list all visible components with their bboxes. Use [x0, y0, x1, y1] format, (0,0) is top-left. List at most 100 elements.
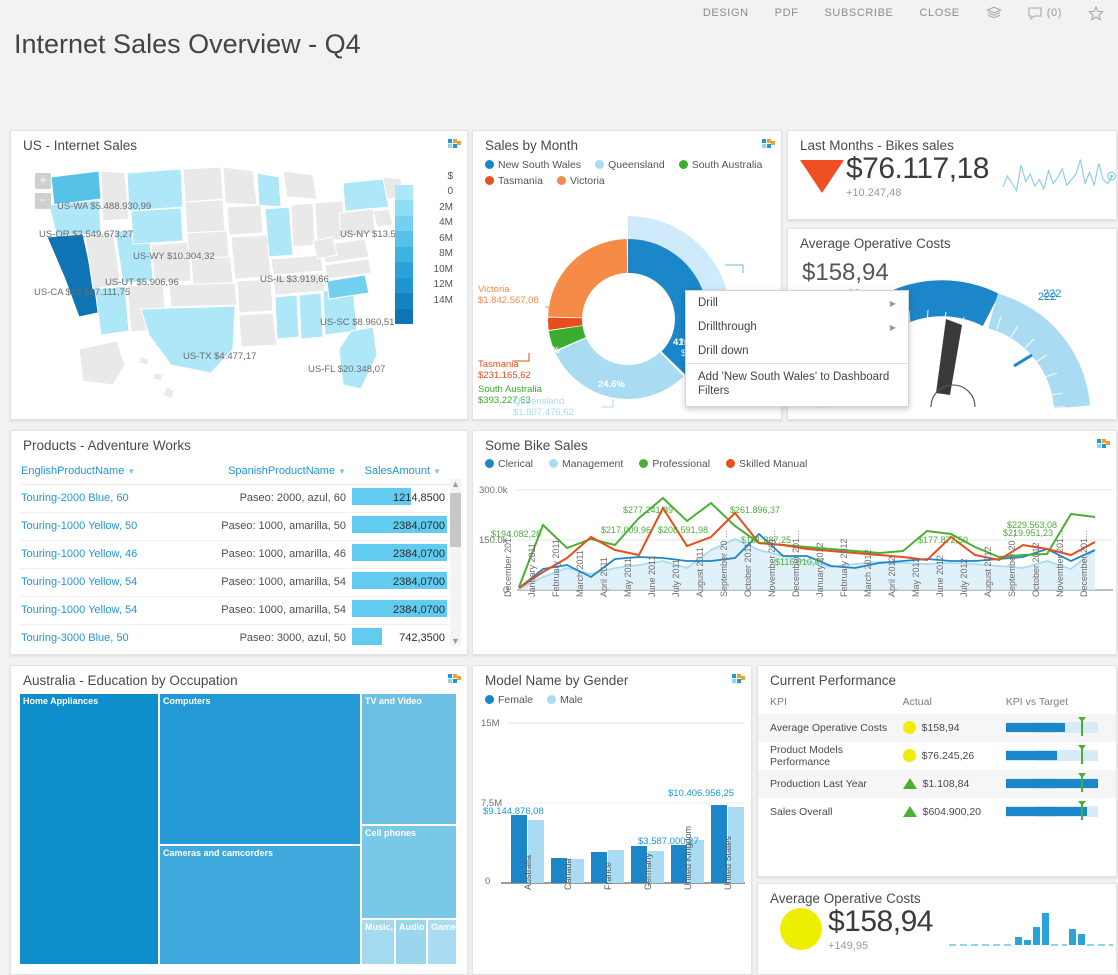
legend-item-clerical[interactable]: Clerical	[485, 458, 533, 470]
legend-item-skilled-manual[interactable]: Skilled Manual	[726, 458, 807, 470]
table-row[interactable]: Production Last Year $1.108,84	[758, 769, 1116, 798]
legend-label: Professional	[652, 457, 711, 470]
cell-spanish: Paseo: 2000, azul, 60	[239, 492, 346, 505]
treemap[interactable]: Home Appliances Computers Cameras and ca…	[19, 692, 459, 967]
menu-label: Drillthrough	[698, 321, 757, 333]
legend-item-victoria[interactable]: Victoria	[556, 175, 605, 187]
legend-item-male[interactable]: Male	[547, 694, 583, 706]
column-header-english[interactable]: EnglishProductName ▼	[21, 465, 196, 477]
toolbar-pdf-button[interactable]: PDF	[775, 7, 799, 19]
toolbar-close-button[interactable]: CLOSE	[919, 7, 959, 19]
bar-chart[interactable]: 15M 7,5M 0 $9.144.876,08 $3.587.000,27 $…	[473, 718, 751, 974]
gauge-max-value: 222	[1038, 290, 1057, 303]
scrollbar-thumb[interactable]	[450, 492, 461, 547]
line-chart[interactable]: 300.0k 150.0k 0 $194.082,28 $217.009,96 …	[473, 485, 1116, 654]
map-label: US-FL $20.348,07	[308, 363, 386, 375]
legend-item-new-south-wales[interactable]: New South Wales	[485, 159, 581, 171]
cell-english: Touring-1000 Yellow, 46	[21, 548, 138, 561]
circle-yellow-icon	[902, 749, 916, 763]
scroll-down-icon[interactable]: ▼	[451, 636, 460, 646]
x-tick: December 201...	[1079, 530, 1089, 597]
cell-actual: $604.900,20	[902, 806, 1006, 818]
table-row[interactable]: Touring-1000 Yellow, 46 Paseo: 1000, ama…	[21, 541, 457, 569]
aoc-kpi: $158,94 +149,95	[758, 906, 1116, 952]
bar-data-label-australia: $9.144.876,08	[483, 805, 544, 817]
column-header-sales[interactable]: SalesAmount ▼	[346, 465, 441, 477]
us-map[interactable]: + − US-WA $5.488.930,99 US-OR $2.549.673…	[21, 159, 459, 414]
toolbar-subscribe-button[interactable]: SUBSCRIBE	[824, 7, 893, 19]
bar-legend: Female Male	[473, 688, 735, 706]
treemap-node[interactable]: Cell phones	[361, 824, 457, 919]
treemap-node[interactable]: TV and Video	[361, 692, 457, 825]
legend-label: Male	[560, 693, 583, 706]
data-label: $217.009,96	[601, 524, 652, 535]
table-row[interactable]: Touring-1000 Yellow, 54 Paseo: 1000, ama…	[21, 597, 457, 625]
map-zoom-controls[interactable]: + −	[35, 172, 51, 213]
chevron-down-icon[interactable]: ▼	[127, 467, 135, 476]
donut-pct-victoria: 25.1%	[626, 294, 653, 306]
context-menu-item-drillthrough[interactable]: Drillthrough ▶	[686, 315, 908, 339]
legend-item-professional[interactable]: Professional	[639, 458, 710, 470]
map-zoom-in-button[interactable]: +	[35, 172, 51, 189]
line-panel-title: Some Bike Sales	[485, 437, 588, 453]
cell-sales-value: 1214,8500	[393, 492, 445, 505]
panel-us-internet-sales: US - Internet Sales + − US-WA $5.488.930…	[10, 129, 468, 420]
context-menu-item-add-filter[interactable]: Add 'New South Wales' to Dashboard Filte…	[686, 363, 908, 406]
table-row[interactable]: Touring-1000 Yellow, 54 Paseo: 1000, ama…	[21, 569, 457, 597]
treemap-node[interactable]: Computers	[159, 692, 361, 845]
toolbar-design-button[interactable]: DESIGN	[703, 7, 749, 19]
x-tick: November 201...	[1055, 530, 1065, 597]
cell-kpi-vs-target	[1005, 745, 1104, 765]
context-menu[interactable]: Drill ▶ Drillthrough ▶ Drill down Add 'N…	[685, 290, 909, 407]
column-header-spanish[interactable]: SpanishProductName ▼	[196, 465, 346, 477]
legend-item-tasmania[interactable]: Tasmania	[485, 175, 543, 187]
cell-spanish: Paseo: 1000, amarilla, 46	[221, 548, 346, 561]
context-menu-item-drill[interactable]: Drill ▶	[686, 291, 908, 315]
table-row[interactable]: Average Operative Costs $158,94	[758, 713, 1116, 742]
tile-menu-icon[interactable]	[732, 673, 745, 685]
cell-english: Touring-2000 Blue, 60	[21, 492, 129, 505]
bar-panel-title: Model Name by Gender	[485, 672, 629, 688]
table-row[interactable]: Sales Overall $604.900,20	[758, 798, 1116, 826]
legend-tick: 6M	[439, 232, 453, 244]
legend-item-female[interactable]: Female	[485, 694, 533, 706]
x-tick: November 201...	[767, 530, 777, 597]
panel-some-bike-sales: Some Bike Sales Clerical Management Prof…	[472, 429, 1117, 655]
x-tick: December 201...	[503, 530, 513, 597]
table-row[interactable]: Touring-1000 Yellow, 50 Paseo: 1000, ama…	[21, 513, 457, 541]
column-label: EnglishProductName	[21, 464, 125, 477]
map-label: US-IL $3.919,66	[260, 273, 329, 285]
star-icon[interactable]	[1088, 5, 1104, 21]
map-zoom-out-button[interactable]: −	[35, 192, 51, 209]
tile-menu-icon[interactable]	[762, 138, 775, 150]
table-row[interactable]: Product Models Performance $76.245,26	[758, 742, 1116, 770]
context-menu-item-drill-down[interactable]: Drill down	[686, 339, 908, 363]
table-row[interactable]: Touring-3000 Blue, 50 Paseo: 3000, azul,…	[21, 625, 457, 652]
x-tick: May 2011	[623, 557, 633, 597]
legend-item-management[interactable]: Management	[549, 458, 623, 470]
chevron-down-icon[interactable]: ▼	[433, 467, 441, 476]
layers-icon[interactable]	[985, 6, 1002, 20]
comments-icon[interactable]: (0)	[1028, 6, 1062, 20]
cell-sales-value: 2384,0700	[393, 576, 445, 589]
cell-kpi: Average Operative Costs	[770, 721, 888, 734]
data-label: $261.896,37	[730, 504, 781, 515]
tile-menu-icon[interactable]	[448, 673, 461, 685]
tree-panel-title: Australia - Education by Occupation	[23, 672, 238, 688]
treemap-node[interactable]: Cameras and camcorders	[159, 844, 361, 965]
treemap-node[interactable]: Music, Mo	[361, 918, 395, 965]
x-tick: April 2011	[599, 556, 609, 597]
table-row[interactable]: Touring-2000 Blue, 60 Paseo: 2000, azul,…	[21, 485, 457, 513]
treemap-node[interactable]: Games	[427, 918, 457, 965]
tile-menu-icon[interactable]	[448, 138, 461, 150]
grid-scrollbar[interactable]: ▲ ▼	[450, 478, 461, 646]
cell-actual-value: $1.108,84	[922, 777, 970, 790]
scroll-up-icon[interactable]: ▲	[451, 479, 460, 489]
tile-menu-icon[interactable]	[1097, 438, 1110, 450]
treemap-node[interactable]: Audio	[395, 918, 427, 965]
legend-item-south-australia[interactable]: South Australia	[678, 159, 762, 171]
treemap-node[interactable]: Home Appliances	[19, 692, 159, 965]
legend-item-queensland[interactable]: Queensland	[595, 159, 665, 171]
chevron-down-icon[interactable]: ▼	[338, 467, 346, 476]
bikes-kpi-delta: +10.247,48	[846, 187, 902, 200]
